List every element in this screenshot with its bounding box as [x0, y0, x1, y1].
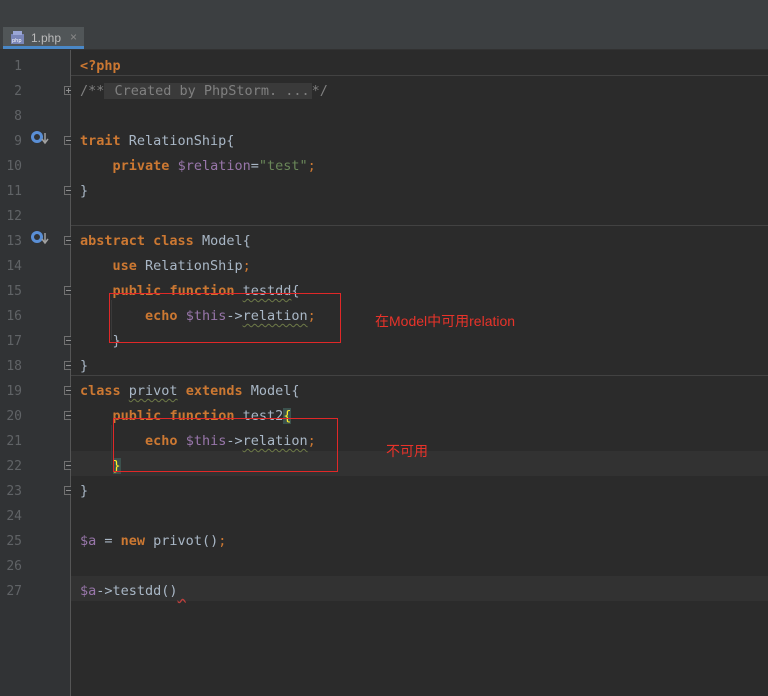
title-bar [0, 0, 768, 26]
line-number: 17 [6, 334, 22, 349]
code-line-18: } [80, 354, 88, 379]
annotation-box-privot [113, 418, 338, 472]
closing-brace: } [80, 358, 89, 374]
method-separator [71, 225, 768, 226]
code-line-23: } [80, 479, 88, 504]
code-line-25: $a = new privot(); [80, 529, 226, 554]
semicolon: ; [307, 158, 316, 174]
privot-constructor-call: privot() [145, 533, 219, 549]
line-number: 20 [6, 409, 22, 424]
php-file-icon: php [11, 31, 24, 44]
line-number: 15 [6, 284, 22, 299]
assign-operator: = [250, 158, 259, 174]
doc-comment-open: /** [80, 83, 105, 99]
trait-keyword: trait [80, 133, 121, 149]
relation-variable: $relation [177, 158, 251, 174]
tab-filename: 1.php [31, 31, 62, 45]
annotation-box-model [109, 293, 341, 343]
class-keyword: class [153, 233, 194, 249]
code-line-19: class privot extends Model{ [80, 379, 300, 404]
abstract-keyword: abstract [80, 233, 146, 249]
class-keyword: class [80, 383, 121, 399]
code-line-14: use RelationShip; [80, 254, 251, 279]
line-number-gutter: 1 2 8 9 10 11 12 13 14 15 16 17 18 19 20… [0, 50, 73, 696]
line-number: 14 [6, 259, 22, 274]
line-number: 19 [6, 384, 22, 399]
line-number: 22 [6, 459, 22, 474]
testdd-call: testdd() [112, 583, 178, 599]
closing-brace: } [80, 483, 89, 499]
extends-keyword: extends [185, 383, 243, 399]
method-separator [71, 75, 768, 76]
folded-doc-comment[interactable]: Created by PhpStorm. ... [104, 83, 312, 99]
line-number: 13 [6, 234, 22, 249]
php-open-tag: <?php [80, 58, 121, 74]
line-number: 21 [6, 434, 22, 449]
private-keyword: private [112, 158, 170, 174]
semicolon: ; [242, 258, 251, 274]
use-keyword: use [112, 258, 137, 274]
new-keyword: new [120, 533, 146, 549]
method-separator [71, 375, 768, 376]
implemented-marker-icon[interactable] [30, 130, 50, 146]
line-number: 12 [6, 209, 22, 224]
line-number: 10 [6, 159, 22, 174]
test-string: "test" [258, 158, 308, 174]
privot-class-name: privot [128, 383, 178, 399]
code-line-27: $a->testdd() [80, 579, 186, 604]
closing-brace: } [80, 183, 89, 199]
arrow-operator: -> [96, 583, 113, 599]
use-target: RelationShip [136, 258, 243, 274]
code-line-13: abstract class Model{ [80, 229, 251, 254]
code-line-2: /** Created by PhpStorm. ... */ [80, 79, 328, 104]
line-number: 26 [6, 559, 22, 574]
parent-class-ref: Model{ [242, 383, 300, 399]
line-number: 8 [14, 109, 22, 124]
line-number: 16 [6, 309, 22, 324]
line-number: 11 [6, 184, 22, 199]
annotation-model-note: 在Model中可用relation [375, 313, 516, 329]
code-line-1: <?php [80, 54, 121, 79]
line-number: 2 [14, 84, 22, 99]
line-number: 9 [14, 134, 22, 149]
line-number: 1 [14, 59, 22, 74]
semicolon: ; [218, 533, 227, 549]
code-line-11: } [80, 179, 88, 204]
code-line-9: trait RelationShip{ [80, 129, 234, 154]
line-number: 25 [6, 534, 22, 549]
a-variable: $a [80, 533, 97, 549]
line-number: 18 [6, 359, 22, 374]
doc-comment-close: */ [311, 83, 328, 99]
implemented-marker-icon[interactable] [30, 230, 50, 246]
line-number: 24 [6, 509, 22, 524]
missing-semicolon-marker [178, 583, 186, 599]
model-class-name: Model{ [193, 233, 251, 249]
tab-1-php[interactable]: php 1.php × [3, 27, 84, 49]
trait-name: RelationShip{ [120, 133, 235, 149]
a-variable: $a [80, 583, 97, 599]
line-number: 27 [6, 584, 22, 599]
annotation-privot-note: 不可用 [386, 443, 428, 459]
line-number: 23 [6, 484, 22, 499]
close-icon[interactable]: × [70, 30, 77, 44]
assign-operator: = [96, 533, 121, 549]
editor-tab-bar [0, 26, 768, 50]
code-line-10: private $relation="test"; [80, 154, 316, 179]
svg-text:php: php [12, 38, 22, 44]
